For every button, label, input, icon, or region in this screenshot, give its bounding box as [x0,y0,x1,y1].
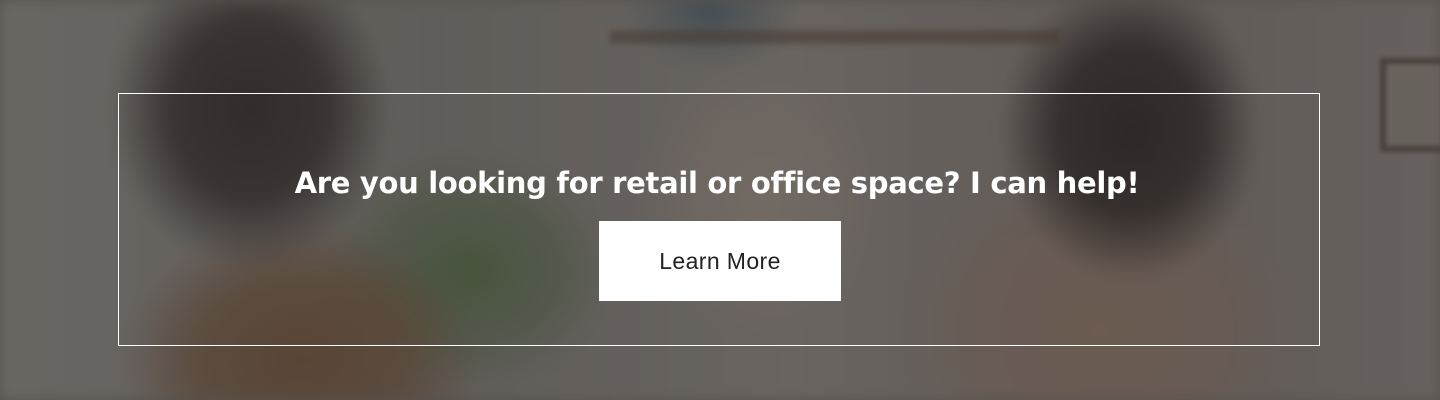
banner-headline: Are you looking for retail or office spa… [294,166,1140,200]
promo-banner: Are you looking for retail or office spa… [0,0,1440,400]
outline-frame [118,93,1320,346]
learn-more-button[interactable]: Learn More [599,221,841,301]
